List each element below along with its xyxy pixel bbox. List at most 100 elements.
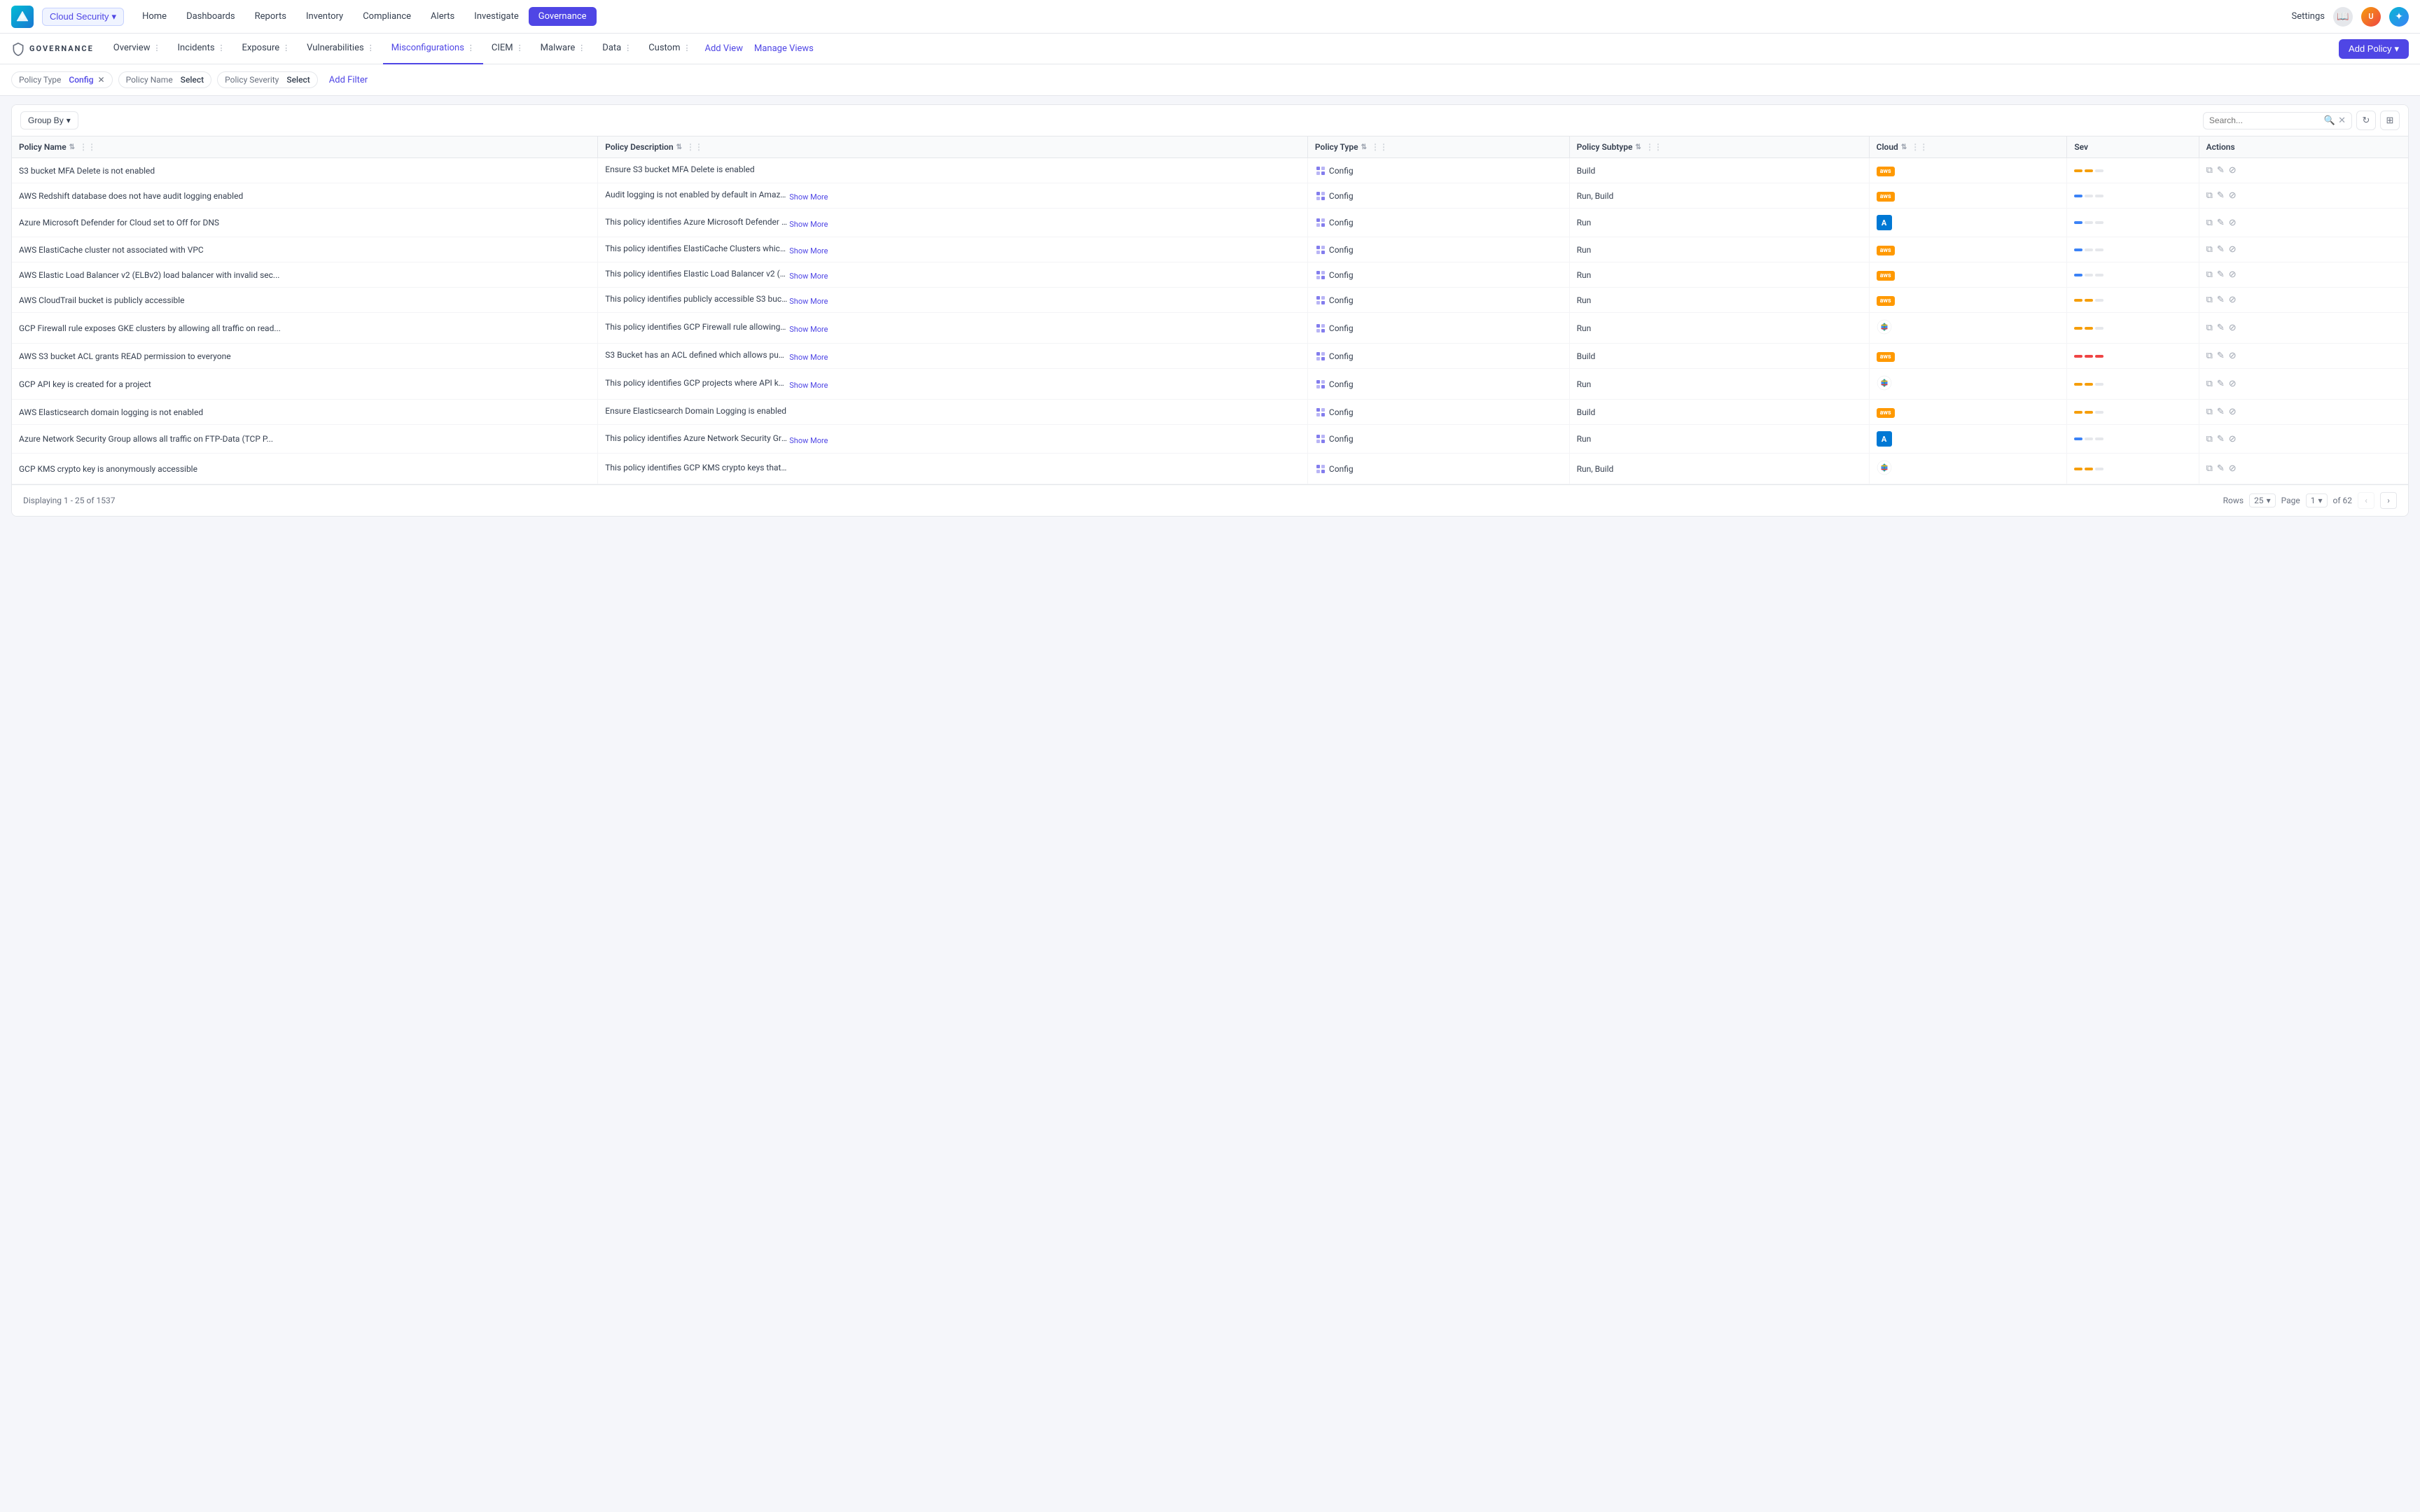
malware-dots-icon[interactable]: ⋮ xyxy=(578,43,585,52)
drag-icon[interactable]: ⋮⋮ xyxy=(1911,142,1928,152)
sort-icon[interactable]: ⇅ xyxy=(1361,144,1367,151)
disable-action-icon[interactable]: ⊘ xyxy=(2229,434,2237,444)
show-more-link[interactable]: Show More xyxy=(789,297,828,306)
disable-action-icon[interactable]: ⊘ xyxy=(2229,190,2237,201)
search-input[interactable] xyxy=(2209,115,2321,125)
show-more-link[interactable]: Show More xyxy=(789,436,828,445)
disable-action-icon[interactable]: ⊘ xyxy=(2229,323,2237,333)
disable-action-icon[interactable]: ⊘ xyxy=(2229,463,2237,474)
sub-nav-ciem[interactable]: CIEM ⋮ xyxy=(483,34,532,64)
search-icon[interactable]: 🔍 xyxy=(2324,115,2335,126)
sub-nav-exposure[interactable]: Exposure ⋮ xyxy=(234,34,299,64)
show-more-link[interactable]: Show More xyxy=(789,246,828,255)
add-policy-button[interactable]: Add Policy ▾ xyxy=(2339,39,2409,59)
policy-type-close-icon[interactable]: ✕ xyxy=(98,75,105,85)
copy-action-icon[interactable]: ⧉ xyxy=(2206,165,2213,176)
copy-action-icon[interactable]: ⧉ xyxy=(2206,351,2213,361)
show-more-link[interactable]: Show More xyxy=(789,272,828,281)
copy-action-icon[interactable]: ⧉ xyxy=(2206,323,2213,333)
edit-action-icon[interactable]: ✎ xyxy=(2217,379,2225,389)
manage-views-button[interactable]: Manage Views xyxy=(749,43,819,54)
sub-nav-overview[interactable]: Overview ⋮ xyxy=(105,34,169,64)
page-number-select[interactable]: 1 ▾ xyxy=(2306,493,2328,507)
th-cloud[interactable]: Cloud ⇅ ⋮⋮ xyxy=(1869,136,2067,158)
sub-nav-data[interactable]: Data ⋮ xyxy=(594,34,640,64)
disable-action-icon[interactable]: ⊘ xyxy=(2229,218,2237,228)
group-by-button[interactable]: Group By ▾ xyxy=(20,111,78,130)
edit-action-icon[interactable]: ✎ xyxy=(2217,165,2225,176)
data-dots-icon[interactable]: ⋮ xyxy=(624,43,632,52)
th-policy-type[interactable]: Policy Type ⇅ ⋮⋮ xyxy=(1307,136,1569,158)
policy-name-filter[interactable]: Policy Name Select xyxy=(118,71,212,88)
nav-item-dashboards[interactable]: Dashboards xyxy=(176,7,245,26)
copy-action-icon[interactable]: ⧉ xyxy=(2206,218,2213,228)
edit-action-icon[interactable]: ✎ xyxy=(2217,323,2225,333)
edit-action-icon[interactable]: ✎ xyxy=(2217,218,2225,228)
nav-item-inventory[interactable]: Inventory xyxy=(296,7,353,26)
prev-page-button[interactable]: ‹ xyxy=(2358,492,2374,509)
disable-action-icon[interactable]: ⊘ xyxy=(2229,407,2237,417)
policy-type-filter[interactable]: Policy Type Config ✕ xyxy=(11,71,113,88)
drag-icon[interactable]: ⋮⋮ xyxy=(686,142,703,152)
refresh-button[interactable]: ↻ xyxy=(2356,111,2376,130)
th-policy-description[interactable]: Policy Description ⇅ ⋮⋮ xyxy=(598,136,1308,158)
nav-item-home[interactable]: Home xyxy=(132,7,176,26)
disable-action-icon[interactable]: ⊘ xyxy=(2229,351,2237,361)
copy-action-icon[interactable]: ⧉ xyxy=(2206,295,2213,305)
user-avatar[interactable]: U xyxy=(2361,7,2381,27)
sub-nav-custom[interactable]: Custom ⋮ xyxy=(640,34,699,64)
custom-dots-icon[interactable]: ⋮ xyxy=(683,43,691,52)
ai-assistant-icon[interactable]: ✦ xyxy=(2389,7,2409,27)
th-policy-subtype[interactable]: Policy Subtype ⇅ ⋮⋮ xyxy=(1569,136,1869,158)
edit-action-icon[interactable]: ✎ xyxy=(2217,295,2225,305)
sort-icon[interactable]: ⇅ xyxy=(1901,144,1907,151)
edit-action-icon[interactable]: ✎ xyxy=(2217,270,2225,280)
disable-action-icon[interactable]: ⊘ xyxy=(2229,270,2237,280)
sub-nav-incidents[interactable]: Incidents ⋮ xyxy=(169,34,233,64)
add-view-button[interactable]: Add View xyxy=(700,43,749,54)
copy-action-icon[interactable]: ⧉ xyxy=(2206,434,2213,444)
copy-action-icon[interactable]: ⧉ xyxy=(2206,244,2213,255)
misconfigurations-dots-icon[interactable]: ⋮ xyxy=(467,43,475,52)
edit-action-icon[interactable]: ✎ xyxy=(2217,351,2225,361)
vulnerabilities-dots-icon[interactable]: ⋮ xyxy=(367,43,375,52)
show-more-link[interactable]: Show More xyxy=(789,192,828,202)
exposure-dots-icon[interactable]: ⋮ xyxy=(282,43,290,52)
copy-action-icon[interactable]: ⧉ xyxy=(2206,270,2213,280)
sub-nav-misconfigurations[interactable]: Misconfigurations ⋮ xyxy=(383,34,483,64)
show-more-link[interactable]: Show More xyxy=(789,381,828,390)
help-icon[interactable]: 📖 xyxy=(2333,7,2353,27)
policy-severity-filter[interactable]: Policy Severity Select xyxy=(217,71,318,88)
edit-action-icon[interactable]: ✎ xyxy=(2217,190,2225,201)
disable-action-icon[interactable]: ⊘ xyxy=(2229,379,2237,389)
nav-item-investigate[interactable]: Investigate xyxy=(464,7,528,26)
drag-icon[interactable]: ⋮⋮ xyxy=(1371,142,1388,152)
copy-action-icon[interactable]: ⧉ xyxy=(2206,190,2213,201)
show-more-link[interactable]: Show More xyxy=(789,353,828,362)
settings-button[interactable]: Settings xyxy=(2292,11,2325,22)
search-clear-icon[interactable]: ✕ xyxy=(2338,115,2346,126)
sort-icon[interactable]: ⇅ xyxy=(1635,144,1641,151)
drag-icon[interactable]: ⋮⋮ xyxy=(79,142,96,152)
sub-nav-vulnerabilities[interactable]: Vulnerabilities ⋮ xyxy=(298,34,383,64)
edit-action-icon[interactable]: ✎ xyxy=(2217,244,2225,255)
disable-action-icon[interactable]: ⊘ xyxy=(2229,244,2237,255)
sort-icon[interactable]: ⇅ xyxy=(69,144,75,151)
drag-icon[interactable]: ⋮⋮ xyxy=(1646,142,1662,152)
show-more-link[interactable]: Show More xyxy=(789,325,828,334)
nav-item-governance[interactable]: Governance xyxy=(529,7,597,26)
edit-action-icon[interactable]: ✎ xyxy=(2217,407,2225,417)
th-severity[interactable]: Sev xyxy=(2067,136,2199,158)
sub-nav-malware[interactable]: Malware ⋮ xyxy=(532,34,594,64)
nav-item-reports[interactable]: Reports xyxy=(245,7,296,26)
disable-action-icon[interactable]: ⊘ xyxy=(2229,295,2237,305)
nav-item-compliance[interactable]: Compliance xyxy=(353,7,421,26)
edit-action-icon[interactable]: ✎ xyxy=(2217,463,2225,474)
edit-action-icon[interactable]: ✎ xyxy=(2217,434,2225,444)
cloud-security-button[interactable]: Cloud Security ▾ xyxy=(42,8,124,26)
show-more-link[interactable]: Show More xyxy=(789,220,828,229)
add-filter-button[interactable]: Add Filter xyxy=(324,74,373,87)
overview-dots-icon[interactable]: ⋮ xyxy=(153,43,160,52)
next-page-button[interactable]: › xyxy=(2380,492,2397,509)
nav-item-alerts[interactable]: Alerts xyxy=(421,7,464,26)
